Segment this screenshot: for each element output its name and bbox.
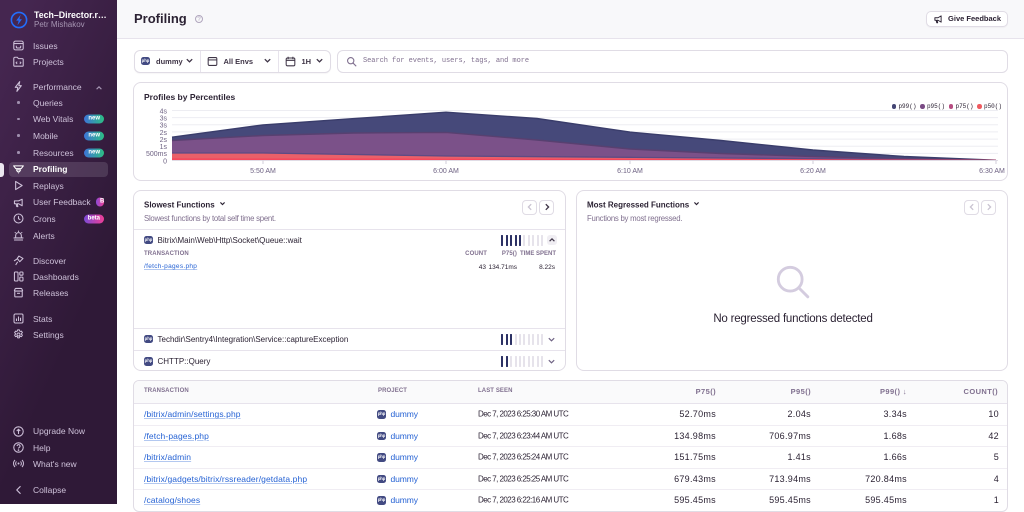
svg-text:3s: 3s xyxy=(160,123,168,130)
svg-text:2s: 2s xyxy=(160,137,168,144)
svg-text:1s: 1s xyxy=(160,144,168,151)
svg-text:4s: 4s xyxy=(160,108,168,115)
svg-text:5:50 AM: 5:50 AM xyxy=(250,168,276,175)
svg-text:3s: 3s xyxy=(160,116,168,123)
svg-text:6:20 AM: 6:20 AM xyxy=(800,168,826,175)
svg-text:0: 0 xyxy=(163,158,167,165)
svg-text:6:00 AM: 6:00 AM xyxy=(433,168,459,175)
svg-text:500ms: 500ms xyxy=(146,151,168,158)
svg-text:6:10 AM: 6:10 AM xyxy=(617,168,643,175)
svg-text:6:30 AM: 6:30 AM xyxy=(979,168,1005,175)
svg-text:2s: 2s xyxy=(160,130,168,137)
